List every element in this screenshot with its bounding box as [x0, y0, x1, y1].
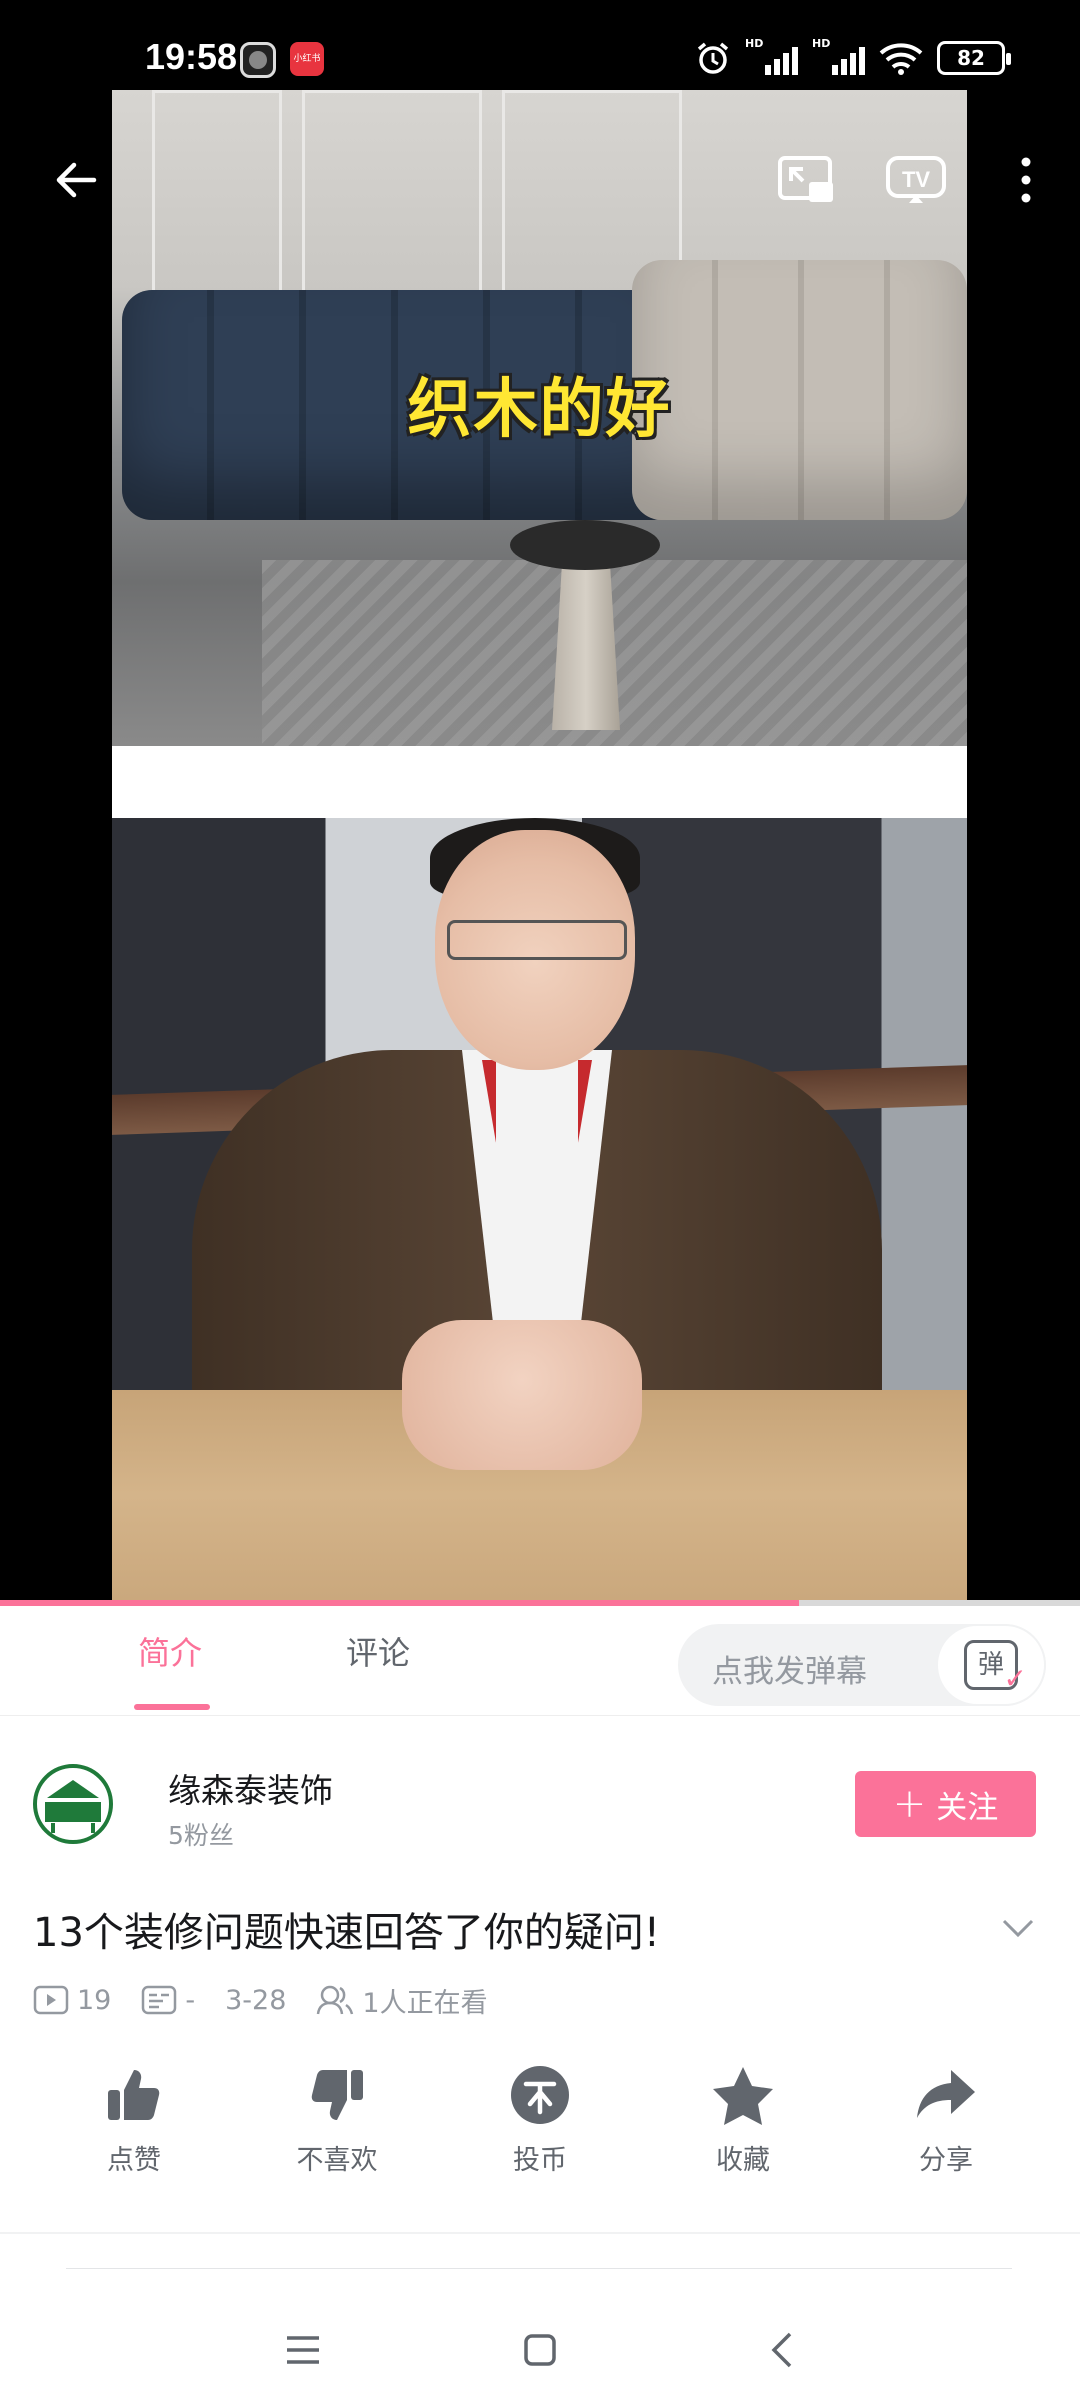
- follow-button[interactable]: + 关注: [855, 1771, 1036, 1837]
- pip-button[interactable]: [766, 140, 846, 220]
- view-count: 19: [33, 1985, 111, 2016]
- favorite-button[interactable]: 收藏: [673, 2060, 813, 2177]
- video-divider: [112, 746, 967, 818]
- author-row: 缘森泰装饰 5粉丝 + 关注: [0, 1740, 1080, 1850]
- star-icon: [713, 2067, 773, 2125]
- avatar[interactable]: [33, 1764, 113, 1844]
- back-chevron-icon: [771, 2332, 792, 2368]
- action-bar: 点赞 不喜欢 投币 收藏 分享: [0, 2060, 1080, 2190]
- signal-icon: HD: [745, 37, 798, 75]
- viewers-icon: [317, 1985, 354, 2015]
- alarm-icon: [697, 42, 729, 74]
- wifi-icon: [879, 43, 923, 75]
- danmaku-count-icon: [142, 1985, 177, 2015]
- danmaku-placeholder: 点我发弹幕: [712, 1654, 867, 1690]
- share-button[interactable]: 分享: [876, 2060, 1016, 2177]
- coin-button[interactable]: 投币: [470, 2060, 610, 2177]
- dislike-label: 不喜欢: [296, 2145, 378, 2176]
- recording-icon: [240, 42, 276, 78]
- danmaku-input[interactable]: 点我发弹幕 弹: [678, 1624, 1046, 1706]
- home-square-icon: [524, 2334, 556, 2366]
- more-icon: [1021, 157, 1031, 203]
- signal-icon: HD: [812, 37, 865, 75]
- danmaku-count: -: [141, 1985, 195, 2016]
- dislike-button[interactable]: 不喜欢: [267, 2060, 407, 2177]
- status-bar: 19:58 小红书 HD HD 82: [0, 0, 1080, 90]
- video-title: 13个装修问题快速回答了你的疑问!: [33, 1910, 660, 1956]
- like-button[interactable]: 点赞: [64, 2060, 204, 2177]
- follow-label: 关注: [936, 1789, 999, 1826]
- danmaku-count-value: -: [185, 1984, 196, 2016]
- nav-back-button[interactable]: [752, 2320, 812, 2380]
- tab-comments[interactable]: 评论: [346, 1628, 410, 1674]
- section-divider: [66, 2268, 1012, 2269]
- nav-home-button[interactable]: [510, 2320, 570, 2380]
- more-button[interactable]: [986, 140, 1066, 220]
- detail-tabs: 简介 评论 点我发弹幕 弹: [0, 1606, 1080, 1716]
- tab-underline: [134, 1704, 210, 1710]
- like-label: 点赞: [107, 2145, 161, 2176]
- section-divider: [0, 2232, 1080, 2234]
- hd-label: HD: [812, 37, 831, 50]
- watching-count: 1人正在看: [316, 1981, 488, 2020]
- thumbs-up-icon: [108, 2070, 160, 2120]
- tv-cast-button[interactable]: TV: [876, 140, 956, 220]
- plus-icon: +: [892, 1781, 927, 1827]
- chevron-down-icon[interactable]: [998, 1908, 1038, 1948]
- video-player[interactable]: 织木的好 TV: [0, 90, 1080, 1600]
- view-count-value: 19: [77, 1984, 112, 2016]
- favorite-label: 收藏: [716, 2145, 770, 2176]
- danmaku-toggle-button[interactable]: 弹: [936, 1624, 1046, 1706]
- status-icons: HD HD 82: [695, 37, 1011, 78]
- thumbs-down-icon: [311, 2070, 363, 2120]
- tab-intro[interactable]: 简介: [138, 1628, 202, 1674]
- status-time: 19:58: [145, 36, 238, 77]
- app-notification-icon: 小红书: [290, 42, 324, 76]
- share-label: 分享: [919, 2145, 973, 2176]
- nav-menu-button[interactable]: [273, 2320, 333, 2380]
- video-stats: 19 - 3-28 1人正在看: [33, 1980, 518, 2020]
- menu-icon: [287, 2336, 319, 2364]
- video-frame[interactable]: 织木的好: [112, 90, 967, 1600]
- svg-text:TV: TV: [902, 167, 930, 192]
- tv-cast-icon: TV: [886, 156, 946, 203]
- presenter-scene: [112, 818, 967, 1600]
- play-count-icon: [33, 1985, 69, 2015]
- share-icon: [917, 2070, 975, 2118]
- danmaku-icon: 弹: [964, 1640, 1027, 1701]
- author-fans-count: 5粉丝: [168, 1821, 234, 1850]
- coin-label: 投币: [513, 2145, 567, 2176]
- video-caption: 织木的好: [407, 373, 672, 447]
- system-nav-bar: [0, 2290, 1080, 2400]
- publish-date: 3-28: [225, 1985, 286, 2016]
- coin-icon: [511, 2066, 569, 2124]
- author-name[interactable]: 缘森泰装饰: [168, 1764, 333, 1812]
- back-arrow-icon: [56, 162, 97, 198]
- hd-label: HD: [745, 37, 764, 50]
- watching-count-value: 1人正在看: [362, 1987, 488, 2019]
- pip-icon: [778, 156, 833, 202]
- publish-date-value: 3-28: [225, 1984, 287, 2016]
- battery-icon: 82: [937, 41, 1011, 75]
- back-button[interactable]: [36, 140, 116, 220]
